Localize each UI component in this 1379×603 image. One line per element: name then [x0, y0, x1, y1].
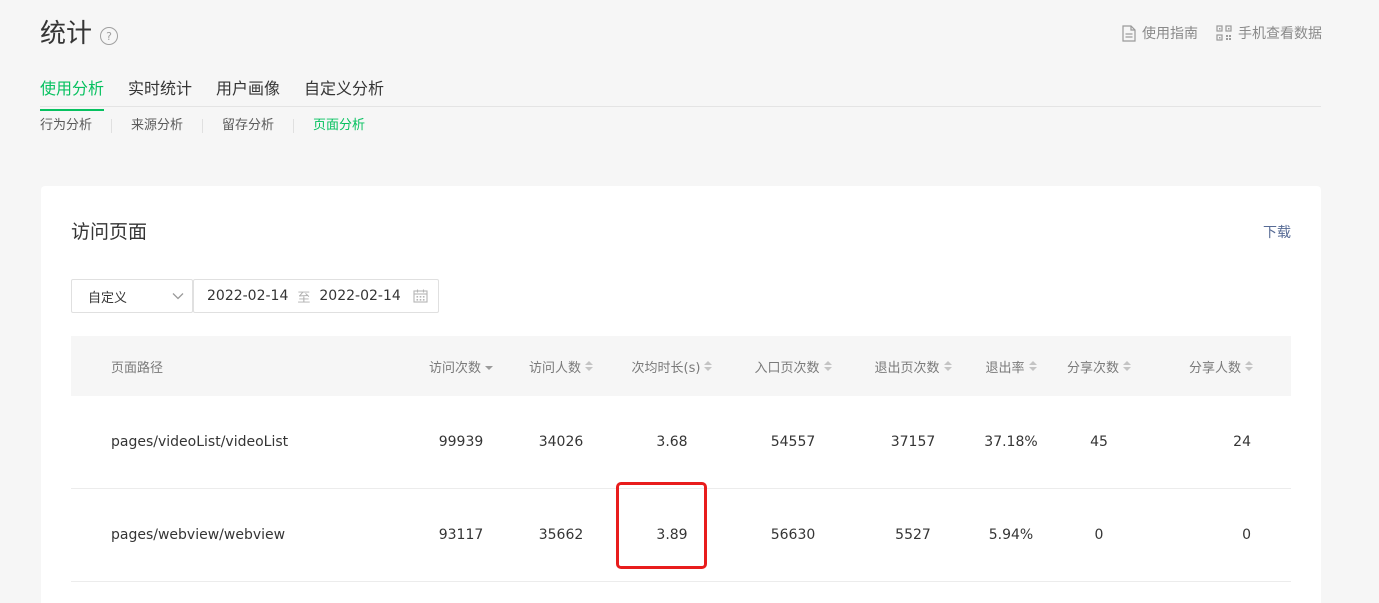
table-row: pages/videoList/videoList 99939 34026 3.…	[71, 396, 1291, 489]
sort-icon	[1123, 361, 1131, 371]
filter-row: 自定义 2022-02-14 至 2022-02-14	[71, 278, 439, 314]
header-share-users[interactable]: 分享人数	[1149, 357, 1291, 376]
header-visits[interactable]: 访问次数	[411, 357, 511, 376]
sort-icon	[585, 361, 593, 371]
user-guide-link[interactable]: 使用指南	[1122, 23, 1198, 43]
date-range-picker[interactable]: 2022-02-14 至 2022-02-14	[193, 279, 439, 313]
sort-icon	[704, 361, 713, 371]
subtab-divider	[111, 119, 113, 133]
subtab-page-analysis[interactable]: 页面分析	[313, 116, 365, 136]
user-guide-label: 使用指南	[1142, 26, 1198, 42]
cell-exit-count: 37157	[890, 434, 936, 450]
card-title: 访问页面	[71, 221, 148, 243]
sort-desc-icon	[485, 362, 493, 370]
header-label: 次均时长(s)	[631, 360, 701, 376]
table-header: 页面路径 访问次数 访问人数 次均时长(s) 入口页次数 退出页次数 退出率 分…	[71, 336, 1291, 396]
cell-entry-count: 54557	[770, 434, 816, 450]
cell-visits: 99939	[438, 434, 484, 450]
help-icon[interactable]: ?	[100, 27, 119, 45]
page-title: 统计	[40, 19, 93, 49]
pages-table: 页面路径 访问次数 访问人数 次均时长(s) 入口页次数 退出页次数 退出率 分…	[71, 336, 1291, 582]
subtab-source[interactable]: 来源分析	[131, 116, 183, 136]
tab-user-portrait[interactable]: 用户画像	[216, 76, 280, 106]
sub-tabs: 行为分析 来源分析 留存分析 页面分析	[40, 116, 365, 136]
cell-page-path: pages/videoList/videoList	[111, 434, 289, 450]
tab-custom-analysis[interactable]: 自定义分析	[304, 76, 384, 106]
header-label: 访问人数	[528, 360, 581, 376]
visited-pages-card: 访问页面 下载 自定义 2022-02-14 至 2022-02-14 页面路径…	[41, 186, 1321, 603]
mobile-data-link[interactable]: 手机查看数据	[1216, 23, 1322, 43]
calendar-icon	[413, 289, 428, 303]
subtab-divider	[293, 119, 295, 133]
cell-avg-duration: 3.68	[656, 434, 688, 450]
header-links: 使用指南 手机查看数据	[1122, 23, 1322, 43]
date-end: 2022-02-14	[319, 288, 401, 304]
sort-icon	[1028, 361, 1037, 371]
header-label: 分享次数	[1066, 360, 1119, 376]
header-label: 访问次数	[428, 360, 481, 376]
cell-share-users: 0	[1242, 527, 1251, 543]
page-title-area: 统计 ?	[40, 14, 119, 54]
subtab-behavior[interactable]: 行为分析	[40, 116, 92, 136]
table-row: pages/webview/webview 93117 35662 3.89 5…	[71, 489, 1291, 582]
header-label: 分享人数	[1188, 360, 1241, 376]
cell-share-count: 45	[1090, 434, 1108, 450]
cell-share-users: 24	[1233, 434, 1251, 450]
chevron-down-icon	[172, 293, 184, 300]
header-exit-count[interactable]: 退出页次数	[853, 357, 973, 376]
header-label: 入口页次数	[754, 360, 820, 376]
sort-icon	[823, 361, 832, 371]
cell-visitors: 34026	[538, 434, 584, 450]
header-page-path: 页面路径	[71, 357, 411, 376]
header-entry-count[interactable]: 入口页次数	[733, 357, 853, 376]
cell-entry-count: 56630	[770, 527, 816, 543]
header-label: 页面路径	[111, 360, 164, 376]
range-type-value: 自定义	[88, 290, 128, 306]
header-label: 退出页次数	[874, 360, 940, 376]
cell-exit-rate: 5.94%	[988, 527, 1034, 543]
header-share-count[interactable]: 分享次数	[1049, 357, 1149, 376]
sort-icon	[943, 361, 952, 371]
cell-share-count: 0	[1094, 527, 1104, 543]
cell-exit-rate: 37.18%	[984, 434, 1038, 450]
cell-avg-duration: 3.89	[656, 527, 688, 543]
qrcode-icon	[1216, 25, 1232, 41]
download-link[interactable]: 下载	[1263, 222, 1291, 242]
main-tabs: 使用分析 实时统计 用户画像 自定义分析	[40, 76, 1321, 111]
header-avg-duration[interactable]: 次均时长(s)	[611, 357, 733, 376]
cell-page-path: pages/webview/webview	[111, 527, 286, 543]
sort-icon	[1245, 361, 1253, 371]
header-label: 退出率	[985, 360, 1025, 376]
range-type-select[interactable]: 自定义	[71, 279, 193, 313]
tab-realtime-stats[interactable]: 实时统计	[128, 76, 192, 106]
header-visitors[interactable]: 访问人数	[511, 357, 611, 376]
date-start: 2022-02-14	[207, 288, 289, 304]
subtab-retention[interactable]: 留存分析	[222, 116, 274, 136]
header-exit-rate[interactable]: 退出率	[973, 357, 1049, 376]
cell-visits: 93117	[438, 527, 484, 543]
date-separator: 至	[297, 290, 311, 306]
subtab-divider	[202, 119, 204, 133]
cell-exit-count: 5527	[895, 527, 931, 543]
mobile-data-label: 手机查看数据	[1238, 26, 1322, 42]
cell-visitors: 35662	[538, 527, 584, 543]
document-icon	[1122, 24, 1136, 42]
stats-page: 统计 ? 使用指南 手机查看数据 使用分析 实时统计 用户画像 自定义分析 行为…	[0, 0, 1379, 603]
tab-usage-analysis[interactable]: 使用分析	[40, 76, 105, 111]
